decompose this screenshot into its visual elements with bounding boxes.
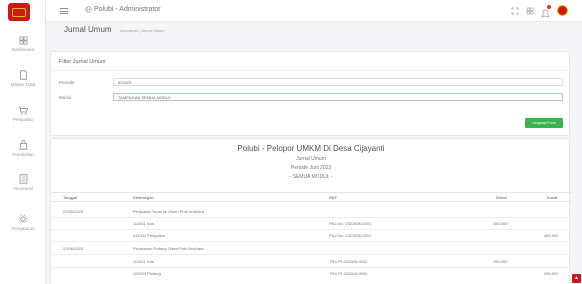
notification-dot bbox=[547, 4, 551, 9]
filter-title: Filter Jurnal Umum bbox=[59, 59, 106, 65]
column-header-ref: REF bbox=[329, 195, 337, 200]
sidebar-item-label: Dashboard bbox=[11, 47, 34, 52]
sidebar-item-pembelian[interactable]: Pembelian bbox=[0, 140, 46, 157]
breadcrumb[interactable]: Akuntansi | Jurnal Umum bbox=[120, 28, 165, 33]
row-credit: 450.000 bbox=[544, 233, 559, 238]
row-description: 112003 Piutang bbox=[133, 271, 161, 276]
user-avatar[interactable] bbox=[557, 5, 568, 16]
submit-filter-button[interactable]: Lengkapi Form bbox=[525, 118, 563, 128]
divider bbox=[51, 70, 569, 71]
dashboard-icon bbox=[19, 36, 27, 45]
sidebar-item-label: Akuntansi bbox=[13, 186, 33, 191]
filter-card: Filter Jurnal Umum Periode 022023 Modul … bbox=[50, 51, 570, 136]
report-module: - SEMUA MODUL - bbox=[289, 174, 333, 180]
sidebar-item-label: Master Data bbox=[10, 82, 36, 87]
sidebar-item-label: Penjualan bbox=[12, 117, 34, 122]
row-description: 111001 Kas bbox=[133, 259, 154, 264]
column-header-date: Tanggal bbox=[63, 195, 78, 200]
row-divider bbox=[51, 241, 571, 242]
row-divider bbox=[51, 267, 571, 268]
bag-icon bbox=[19, 140, 27, 150]
notification-bell-icon[interactable] bbox=[541, 4, 551, 17]
row-debit: 250.000 bbox=[493, 259, 508, 264]
logo-mark bbox=[12, 7, 26, 17]
row-debit: 450.000 bbox=[493, 221, 508, 226]
sidebar-item-master-data[interactable]: Master Data bbox=[0, 70, 46, 87]
row-ref: PNJ-No. 23Z2606-0001 bbox=[329, 221, 372, 226]
top-bar: Polubi - Administrator bbox=[46, 0, 582, 22]
report-title: Polubi - Pelopor UMKM Di Desa Cijayanti bbox=[237, 144, 385, 153]
column-header-debit: Debet bbox=[496, 195, 507, 200]
sidebar-item-label: Pembelian bbox=[12, 152, 34, 157]
row-date: 22/06/2023 bbox=[63, 246, 84, 251]
settings-icon bbox=[18, 214, 28, 224]
sidebar-item-penjualan[interactable]: Penjualan bbox=[0, 106, 46, 122]
globe-icon bbox=[85, 6, 92, 13]
sidebar-item-akuntansi[interactable]: Akuntansi bbox=[0, 174, 46, 191]
table-header: Tanggal Keterangan REF Debet Kredit bbox=[51, 192, 571, 202]
row-ref: TRX-PI-2Z2606-0002- bbox=[329, 271, 369, 276]
scroll-to-top-button[interactable]: ▲ bbox=[572, 274, 581, 283]
row-description: 111001 Kas bbox=[133, 221, 154, 226]
top-bar-actions bbox=[511, 4, 568, 17]
sidebar-item-dashboard[interactable]: Dashboard bbox=[0, 36, 46, 52]
row-divider bbox=[51, 217, 571, 218]
period-input[interactable]: 022023 bbox=[113, 78, 563, 86]
sidebar: Dashboard Master Data Penjualan Pembelia… bbox=[0, 0, 46, 284]
row-credit: 250.000 bbox=[544, 271, 559, 276]
ledger-icon bbox=[19, 174, 27, 184]
report-card: Polubi - Pelopor UMKM Di Desa Cijayanti … bbox=[50, 138, 571, 284]
module-select[interactable]: TAMPILKAN SEMUA MODUL bbox=[113, 93, 563, 101]
page-title: Jurnal Umum bbox=[64, 25, 112, 34]
grid-icon[interactable] bbox=[526, 7, 534, 15]
column-header-description: Keterangan bbox=[133, 195, 154, 200]
row-date: 22/06/2023 bbox=[63, 209, 84, 214]
document-icon bbox=[19, 70, 27, 80]
row-description: Penjualan Tunai ke Olsen Putri Andhara bbox=[133, 209, 204, 214]
row-ref: TRX-PI-2Z2606-0002- bbox=[329, 259, 369, 264]
sidebar-item-label: Pengaturan bbox=[11, 226, 35, 231]
report-period: Periode Juni 2023 bbox=[290, 165, 332, 171]
row-divider bbox=[51, 254, 571, 255]
row-description: Pelunasan Piutang Olsen Putri Andhara bbox=[133, 246, 204, 251]
module-label: Modul bbox=[59, 95, 72, 100]
row-description: 411001 Penjualan bbox=[133, 233, 165, 238]
app-logo[interactable] bbox=[8, 3, 30, 21]
column-header-credit: Kredit bbox=[547, 195, 558, 200]
period-label: Periode bbox=[59, 80, 75, 85]
row-ref: PNJ-No. 23Z2606-0001 bbox=[329, 233, 372, 238]
menu-toggle-icon[interactable] bbox=[60, 8, 68, 14]
sidebar-item-pengaturan[interactable]: Pengaturan bbox=[0, 214, 46, 231]
row-divider bbox=[51, 229, 571, 230]
cart-icon bbox=[18, 106, 28, 115]
report-subtitle: Jurnal Umum bbox=[296, 156, 326, 162]
fullscreen-icon[interactable] bbox=[511, 7, 519, 15]
app-title: Polubi - Administrator bbox=[94, 6, 161, 13]
